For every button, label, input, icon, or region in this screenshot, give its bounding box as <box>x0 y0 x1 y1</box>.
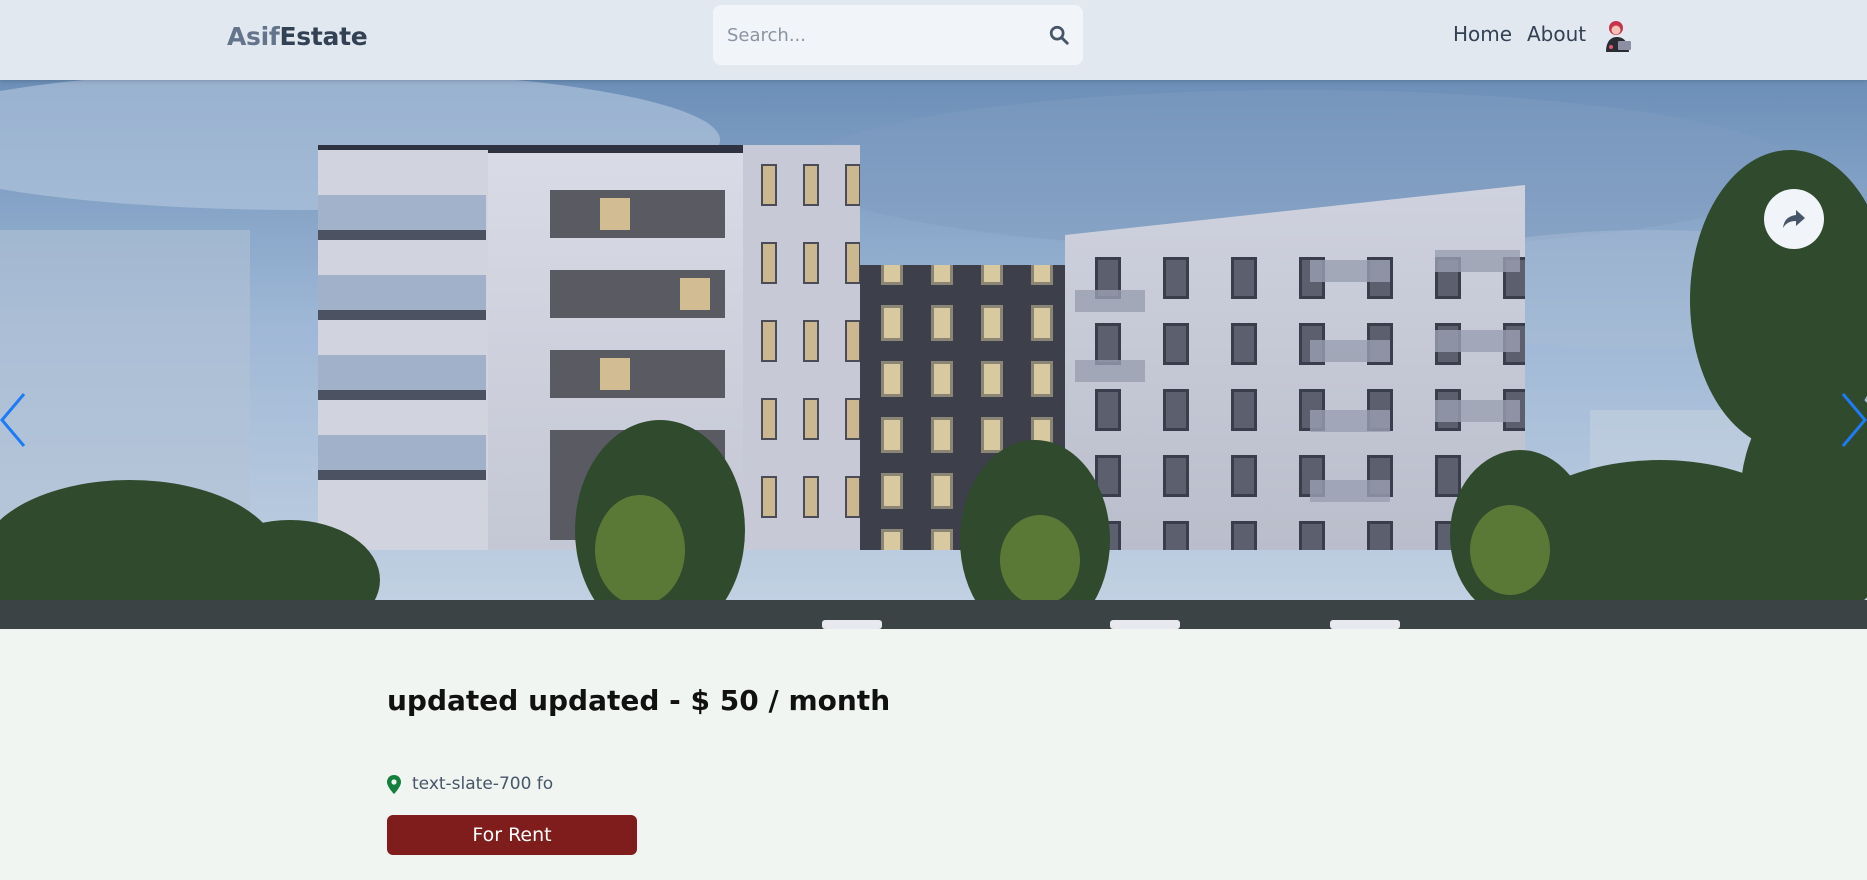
site-header: AsifEstate Home About <box>0 0 1867 80</box>
listing-location: text-slate-700 fo <box>387 773 553 795</box>
listing-image-carousel <box>0 80 1867 629</box>
listing-price: - $ 50 / month <box>669 684 891 717</box>
listing-type-badge: For Rent <box>387 815 637 855</box>
map-pin-icon <box>387 774 401 794</box>
listing-address: text-slate-700 fo <box>412 774 554 794</box>
listing-title: updated updated - $ 50 / month <box>387 684 890 717</box>
nav-home-link[interactable]: Home <box>1453 22 1512 46</box>
chevron-left-icon <box>0 393 26 447</box>
carousel-prev-button[interactable] <box>0 390 30 450</box>
brand-part-1: Asif <box>227 22 280 51</box>
user-avatar[interactable] <box>1603 18 1633 52</box>
search-icon[interactable] <box>1048 24 1070 46</box>
share-icon <box>1783 210 1805 228</box>
listing-photo <box>0 80 1867 629</box>
brand-part-2: Estate <box>279 22 368 51</box>
search-input[interactable] <box>727 19 1027 51</box>
listing-name: updated updated <box>387 684 660 717</box>
search-bar <box>713 5 1083 65</box>
carousel-next-button[interactable] <box>1837 390 1867 450</box>
chevron-right-icon <box>1841 393 1867 447</box>
brand-logo[interactable]: AsifEstate <box>227 22 368 51</box>
share-button[interactable] <box>1764 189 1824 249</box>
nav-about-link[interactable]: About <box>1527 22 1586 46</box>
